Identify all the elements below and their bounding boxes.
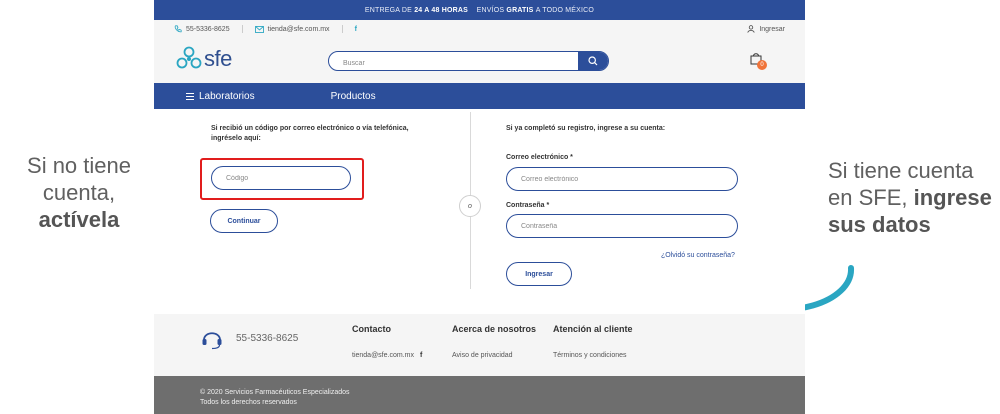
nav-item-productos[interactable]: Productos [331, 91, 376, 102]
annotation-line: Si tiene cuenta [828, 158, 974, 183]
copyright-bar: © 2020 Servicios Farmacéuticos Especiali… [154, 376, 805, 414]
login-heading: Si ya completó su registro, ingrese a su… [506, 125, 666, 132]
promo-bold: GRATIS [506, 6, 534, 14]
footer-email-link[interactable]: tienda@sfe.com.mx f [352, 352, 422, 359]
activation-section: Si recibió un código por correo electrón… [211, 124, 431, 144]
promo-bold: 24 A 48 HORAS [414, 6, 469, 14]
divider [341, 25, 343, 33]
email-label: Correo electrónico * [506, 154, 573, 161]
tutorial-stage: Si no tiene cuenta, actívela Si tiene cu… [0, 0, 1000, 414]
cart-button[interactable]: 0 [750, 52, 768, 70]
site-footer: 55-5336-8625 Contacto tienda@sfe.com.mx … [154, 314, 805, 376]
or-separator: o [459, 195, 481, 217]
login-text: Ingresar [759, 25, 785, 33]
footer-email-text: tienda@sfe.com.mx [352, 352, 414, 359]
activate-annotation: Si no tiene cuenta, actívela [14, 152, 144, 233]
logo-wordmark: sfe [204, 46, 232, 71]
site-header: sfe 0 [154, 38, 805, 83]
login-annotation: Si tiene cuenta en SFE, ingrese sus dato… [828, 157, 1000, 238]
divider [241, 25, 243, 33]
search-button[interactable] [578, 52, 608, 70]
annotation-line: Si no tiene [27, 153, 131, 178]
promo-text: A TODO MÉXICO [535, 6, 595, 14]
annotation-bold: ingrese [913, 185, 992, 210]
search-bar [328, 51, 609, 71]
facebook-icon: f [354, 25, 357, 33]
password-field[interactable] [506, 214, 738, 238]
facebook-icon[interactable]: f [420, 352, 422, 359]
annotation-line: en SFE, ingrese [828, 184, 1000, 211]
user-icon [747, 25, 755, 33]
main-nav: Laboratorios Productos [154, 83, 805, 109]
promo-text: ENVÍOS [476, 6, 505, 14]
menu-icon [186, 92, 194, 100]
sfe-logo[interactable]: sfe [176, 46, 232, 72]
footer-support: Atención al cliente Términos y condicion… [553, 324, 633, 359]
facebook-link[interactable]: f [355, 26, 357, 33]
annotation-text: en SFE, [828, 185, 908, 210]
sfe-website: ENTREGA DE 24 A 48 HORAS ENVÍOS GRATIS A… [154, 0, 805, 414]
footer-contact: Contacto tienda@sfe.com.mx f [352, 324, 422, 359]
nav-item-label: Laboratorios [199, 90, 255, 102]
activation-heading: Si recibió un código por correo electrón… [211, 125, 409, 142]
email-contact[interactable]: tienda@sfe.com.mx [254, 25, 330, 33]
privacy-link[interactable]: Aviso de privacidad [452, 352, 536, 359]
footer-phone-text: 55-5336-8625 [236, 332, 299, 344]
search-input[interactable] [329, 54, 579, 70]
terms-link[interactable]: Términos y condiciones [553, 352, 633, 359]
footer-phone[interactable]: 55-5336-8625 [200, 326, 298, 350]
nav-item-label: Productos [330, 90, 376, 102]
password-label: Contraseña * [506, 202, 550, 209]
continue-button[interactable]: Continuar [210, 209, 278, 233]
login-submit-button[interactable]: Ingresar [506, 262, 572, 286]
email-field[interactable] [506, 167, 738, 191]
footer-col-title: Atención al cliente [553, 324, 633, 334]
copyright-line: © 2020 Servicios Farmacéuticos Especiali… [200, 389, 350, 396]
phone-icon [174, 25, 182, 33]
cart-count-badge: 0 [757, 60, 767, 70]
mail-icon [254, 25, 264, 33]
search-icon [588, 56, 598, 66]
account-content: Si recibió un código por correo electrón… [154, 109, 805, 314]
promo-text: ENTREGA DE [364, 6, 413, 14]
forgot-password-link[interactable]: ¿Olvidó su contraseña? [661, 252, 735, 259]
email-text: tienda@sfe.com.mx [267, 25, 330, 33]
annotation-bold: sus datos [828, 212, 931, 237]
footer-col-title: Contacto [352, 324, 391, 334]
login-link[interactable]: Ingresar [747, 25, 785, 33]
phone-text: 55-5336-8625 [186, 25, 230, 33]
headset-icon [202, 332, 222, 350]
nav-item-laboratorios[interactable]: Laboratorios [186, 91, 255, 102]
login-section: Si ya completó su registro, ingrese a su… [506, 124, 756, 134]
logo-mark-icon [176, 46, 202, 69]
annotation-bold: actívela [38, 207, 120, 232]
copyright-line: Todos los derechos reservados [200, 399, 297, 406]
footer-about: Acerca de nosotros Aviso de privacidad [452, 324, 536, 359]
code-input[interactable] [211, 166, 351, 190]
footer-col-title: Acerca de nosotros [452, 324, 537, 334]
annotation-line: cuenta, [42, 180, 116, 205]
phone-contact[interactable]: 55-5336-8625 [174, 25, 230, 33]
promo-bar: ENTREGA DE 24 A 48 HORAS ENVÍOS GRATIS A… [154, 0, 805, 20]
top-contact-bar: 55-5336-8625 tienda@sfe.com.mx f Ingresa… [154, 20, 805, 38]
